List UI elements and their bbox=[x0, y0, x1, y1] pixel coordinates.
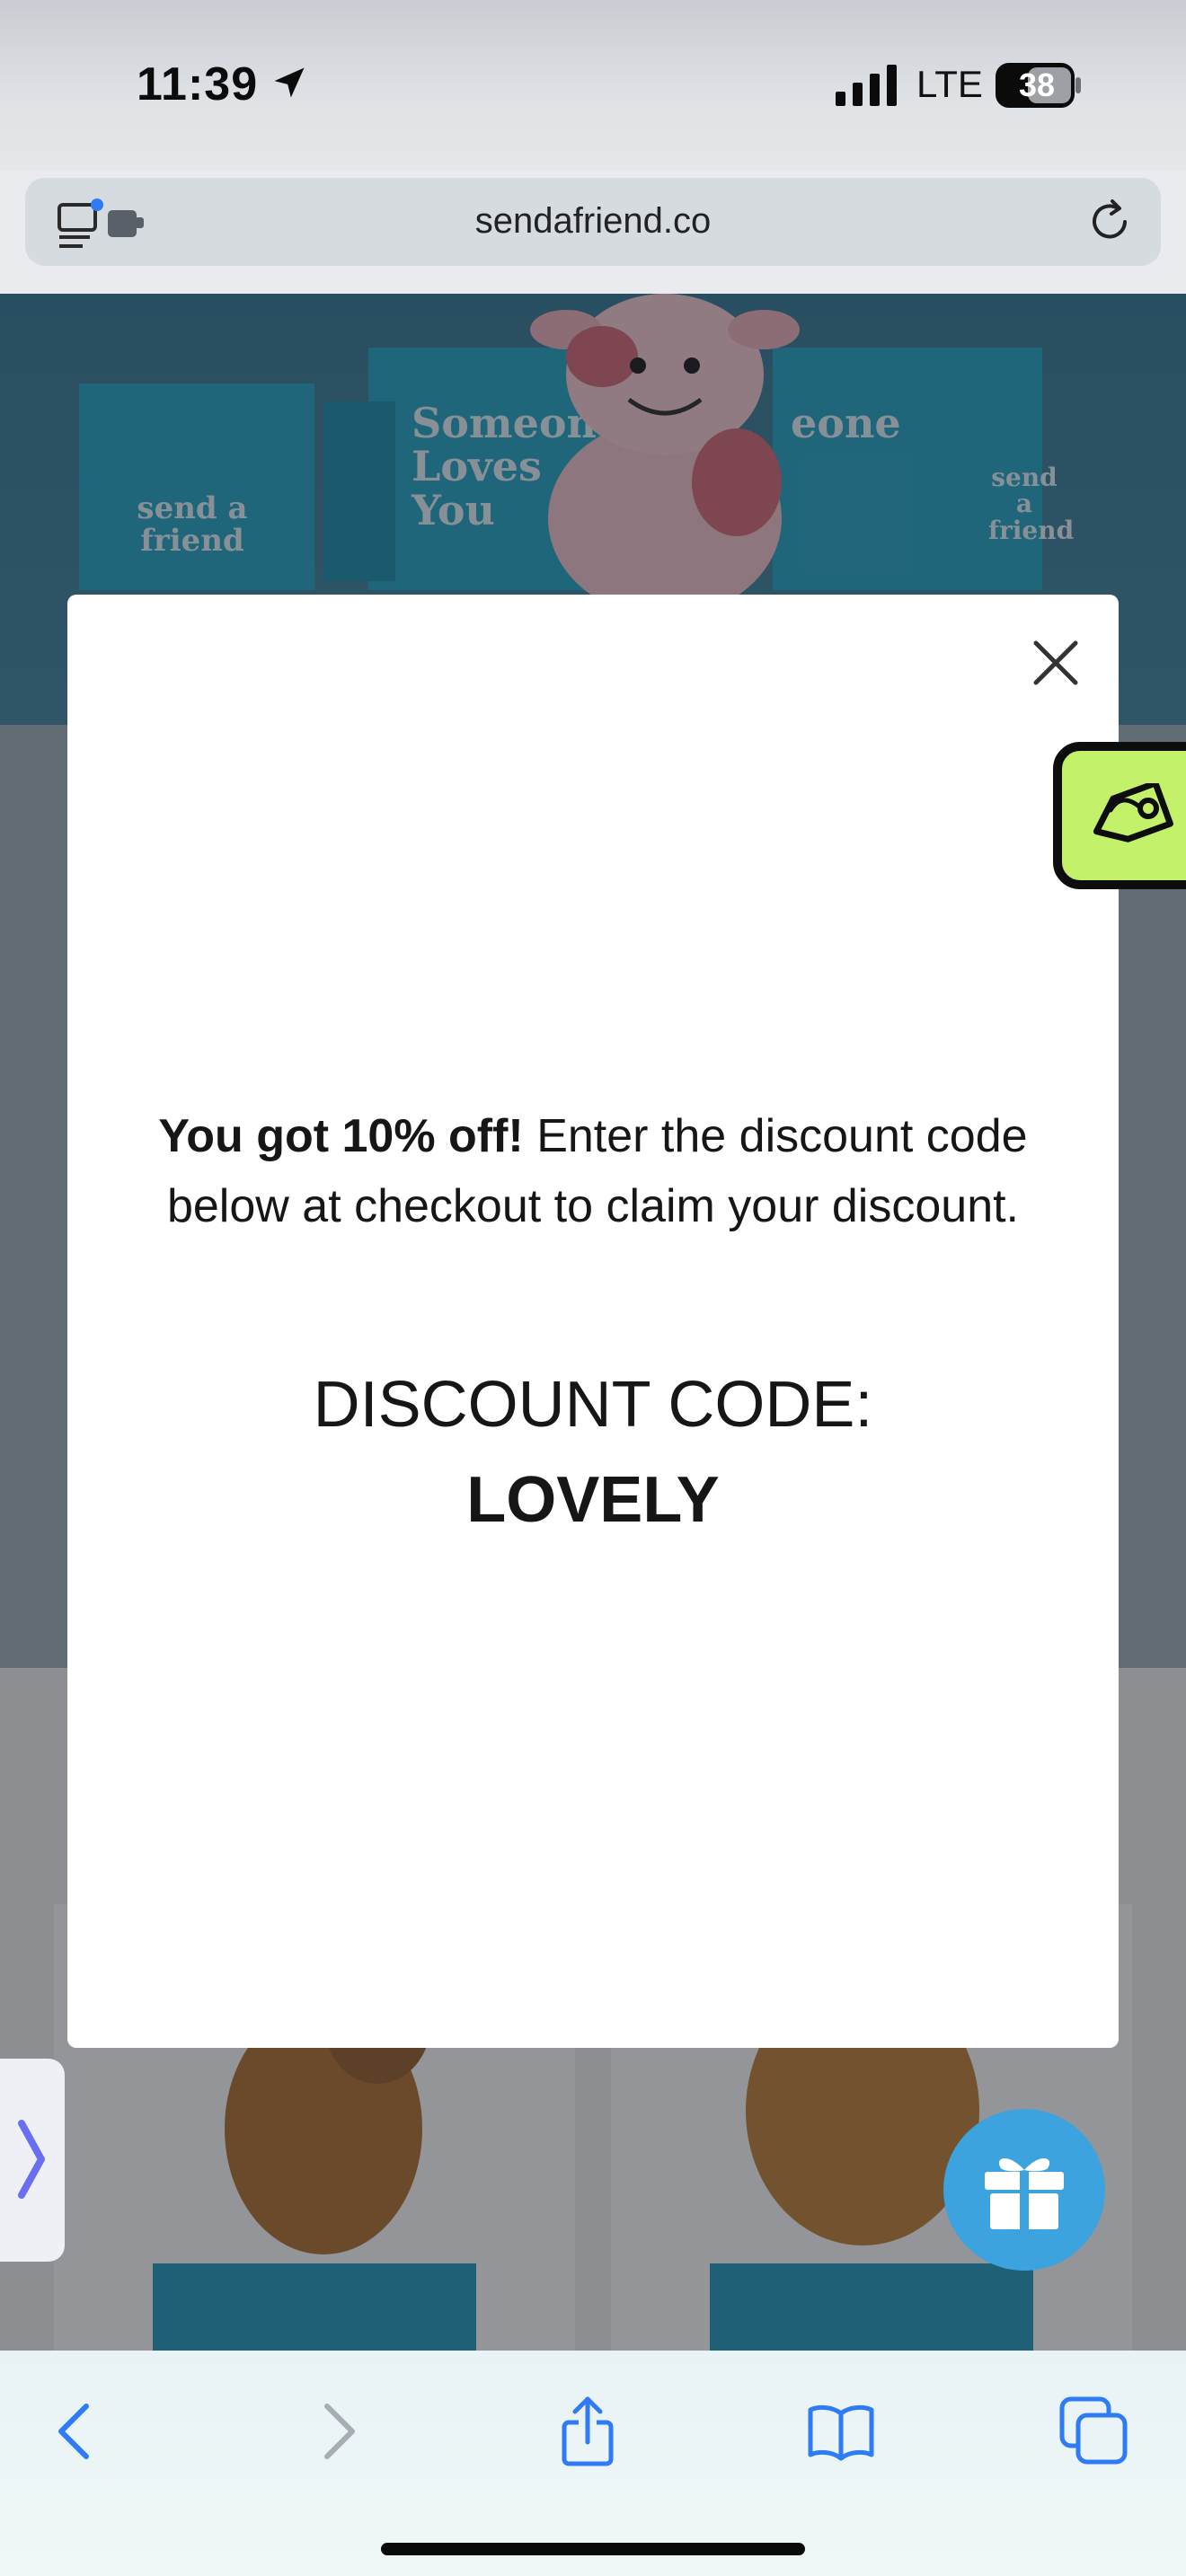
discount-modal: You got 10% off! Enter the discount code… bbox=[67, 595, 1119, 2048]
side-drawer-handle[interactable] bbox=[0, 2059, 65, 2262]
forward-icon[interactable] bbox=[300, 2395, 372, 2467]
gift-box bbox=[323, 401, 395, 581]
gift-button[interactable] bbox=[943, 2109, 1105, 2271]
address-bar[interactable]: sendafriend.co bbox=[25, 178, 1161, 266]
gift-box bbox=[79, 384, 314, 590]
discount-code-value: LOVELY bbox=[466, 1464, 720, 1536]
share-icon[interactable] bbox=[552, 2395, 624, 2467]
plush-toy bbox=[530, 294, 800, 599]
box-text: send a friend bbox=[988, 463, 1075, 545]
url-text[interactable]: sendafriend.co bbox=[205, 201, 981, 242]
battery-level: 38 bbox=[1018, 66, 1056, 103]
cellular-signal-icon bbox=[836, 65, 897, 106]
location-arrow-icon bbox=[274, 67, 305, 98]
bookmarks-icon[interactable] bbox=[805, 2395, 877, 2467]
reload-icon[interactable] bbox=[1085, 198, 1134, 246]
status-bar: 11:39 LTE 38 bbox=[0, 0, 1186, 171]
gift-icon bbox=[985, 2157, 1064, 2231]
network-type: LTE bbox=[916, 63, 983, 105]
box-text: send a friend bbox=[137, 490, 248, 559]
tabs-icon[interactable] bbox=[1058, 2395, 1130, 2467]
chevron-right-icon bbox=[18, 2120, 45, 2199]
back-icon[interactable] bbox=[41, 2395, 113, 2467]
home-indicator bbox=[381, 2543, 805, 2555]
rewards-tab[interactable] bbox=[1053, 742, 1186, 889]
discount-message: You got 10% off! Enter the discount code… bbox=[121, 1101, 1065, 1241]
discount-code-label: DISCOUNT CODE: bbox=[313, 1369, 873, 1441]
browser-toolbar bbox=[0, 2351, 1186, 2576]
price-tag-icon bbox=[1093, 783, 1173, 842]
page-menu-icon[interactable] bbox=[58, 196, 147, 250]
close-icon[interactable] bbox=[1029, 636, 1083, 690]
status-time: 11:39 bbox=[137, 58, 259, 110]
discount-headline: You got 10% off! bbox=[158, 1110, 524, 1162]
